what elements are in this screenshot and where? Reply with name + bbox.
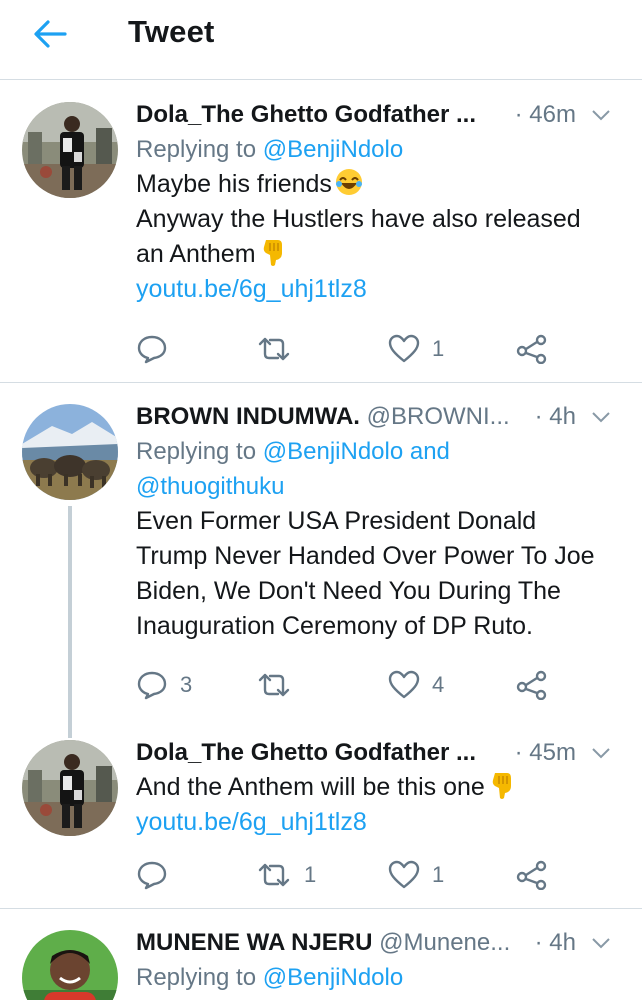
replying-to: Replying to @BenjiNdolo (136, 960, 616, 995)
divider (0, 908, 642, 909)
chevron-down-icon (592, 938, 610, 949)
replying-to-label: Replying to (136, 136, 263, 163)
external-link[interactable]: youtu.be/6g_uhj1tlz8 (136, 272, 616, 307)
pointing-down-emoji-icon (263, 240, 282, 266)
tweet-text-line: an Anthem (136, 240, 256, 268)
tweet-menu-button[interactable] (586, 102, 616, 128)
tweet-menu-button[interactable] (586, 404, 616, 430)
like-count: 1 (432, 336, 445, 361)
replying-to: Replying to @BenjiNdolo and (136, 434, 616, 469)
share-button[interactable] (516, 332, 548, 366)
like-button[interactable]: 1 (388, 332, 444, 366)
tweet[interactable]: Dola_The Ghetto Godfather ... · 45m And … (0, 724, 642, 908)
retweet-button[interactable] (256, 332, 292, 366)
tweet-text-line: Maybe his friends (136, 170, 332, 198)
user-handle[interactable]: @Munene... (379, 929, 510, 956)
like-button[interactable]: 4 (388, 668, 444, 702)
tweet-menu-button[interactable] (586, 740, 616, 766)
avatar[interactable] (22, 740, 118, 836)
display-name[interactable]: MUNENE WA NJERU (136, 929, 372, 956)
replying-and-label: and (403, 438, 450, 465)
top-bar: Tweet (0, 0, 642, 80)
timestamp: · 4h (534, 929, 576, 956)
tweet[interactable]: MUNENE WA NJERU @Munene... · 4h Replying… (0, 910, 642, 1000)
reply-button[interactable] (136, 332, 168, 366)
like-count: 4 (432, 672, 445, 697)
retweet-count: 1 (304, 862, 317, 887)
mention-link[interactable]: @BenjiNdolo (263, 136, 403, 163)
avatar[interactable] (22, 102, 118, 198)
heart-icon (388, 334, 420, 363)
external-link[interactable]: youtu.be/6g_uhj1tlz8 (136, 805, 616, 840)
page-title: Tweet (128, 14, 215, 49)
reply-icon (137, 335, 167, 364)
retweet-icon (258, 337, 290, 361)
tweet-header: BROWN INDUMWA. @BROWNI... · 4h (136, 400, 616, 434)
tweet[interactable]: BROWN INDUMWA. @BROWNI... · 4h Replying … (0, 384, 642, 724)
mention-link[interactable]: @BenjiNdolo (263, 438, 403, 465)
share-icon (516, 670, 547, 700)
reply-count: 3 (180, 672, 193, 697)
user-handle[interactable]: @BROWNI... (367, 403, 510, 430)
tweet-text-line: Trump Never Handed Over Power To Joe (136, 542, 595, 570)
chevron-down-icon (592, 748, 610, 759)
back-button[interactable] (28, 14, 72, 54)
tweet-header: Dola_The Ghetto Godfather ... · 46m (136, 98, 616, 132)
replying-to-label: Replying to (136, 438, 263, 465)
retweet-icon (258, 863, 290, 887)
avatar[interactable] (22, 404, 118, 500)
reply-icon (137, 861, 167, 890)
arrow-left-icon (34, 20, 67, 48)
replying-to-label: Replying to (136, 964, 263, 991)
display-name[interactable]: Dola_The Ghetto Godfather ... (136, 739, 476, 766)
tweet-text: Even Former USA President Donald Trump N… (136, 504, 616, 644)
share-button[interactable] (516, 668, 548, 702)
chevron-down-icon (592, 110, 610, 121)
divider (0, 382, 642, 383)
timestamp: · 4h (534, 403, 576, 430)
share-button[interactable] (516, 858, 548, 892)
tweet-actions: 1 1 (136, 858, 556, 892)
timestamp: · 45m (514, 739, 576, 766)
reply-button[interactable] (136, 858, 168, 892)
tweet-text: Maybe his friends Anyway the Hustlers ha… (136, 167, 616, 272)
pointing-down-emoji-icon (492, 773, 511, 799)
mention-link[interactable]: @thuogithuku (136, 473, 284, 500)
reply-button[interactable]: 3 (136, 668, 192, 702)
replying-to: Replying to @BenjiNdolo (136, 132, 616, 167)
retweet-icon (258, 673, 290, 697)
tweet-text-line: Anyway the Hustlers have also released (136, 205, 581, 233)
like-button[interactable]: 1 (388, 858, 444, 892)
tweet-text-line: Biden, We Don't Need You During The (136, 577, 561, 605)
tweet-text-line: Even Former USA President Donald (136, 507, 537, 535)
laughing-emoji-icon (335, 169, 362, 195)
retweet-button[interactable]: 1 (256, 858, 316, 892)
replying-to: @thuogithuku (136, 469, 616, 504)
display-name[interactable]: BROWN INDUMWA. (136, 403, 360, 430)
tweet-text: And the Anthem will be this one (136, 770, 616, 805)
mention-link[interactable]: @BenjiNdolo (263, 964, 403, 991)
tweet-actions: 1 (136, 332, 556, 366)
share-icon (516, 860, 547, 890)
tweet-actions: 3 4 (136, 668, 556, 702)
like-count: 1 (432, 862, 445, 887)
display-name[interactable]: Dola_The Ghetto Godfather ... (136, 101, 476, 128)
retweet-button[interactable] (256, 668, 292, 702)
chevron-down-icon (592, 412, 610, 423)
tweet-menu-button[interactable] (586, 930, 616, 956)
timestamp: · 46m (514, 101, 576, 128)
tweet-header: MUNENE WA NJERU @Munene... · 4h (136, 926, 616, 960)
share-icon (516, 334, 547, 364)
reply-icon (137, 671, 167, 700)
tweet[interactable]: Dola_The Ghetto Godfather ... · 46m Repl… (0, 82, 642, 382)
tweet-text-line: Inauguration Ceremony of DP Ruto. (136, 612, 533, 640)
tweet-header: Dola_The Ghetto Godfather ... · 45m (136, 736, 616, 770)
heart-icon (388, 860, 420, 889)
tweet-text-line: And the Anthem will be this one (136, 773, 485, 801)
heart-icon (388, 670, 420, 699)
avatar[interactable] (22, 930, 118, 1000)
